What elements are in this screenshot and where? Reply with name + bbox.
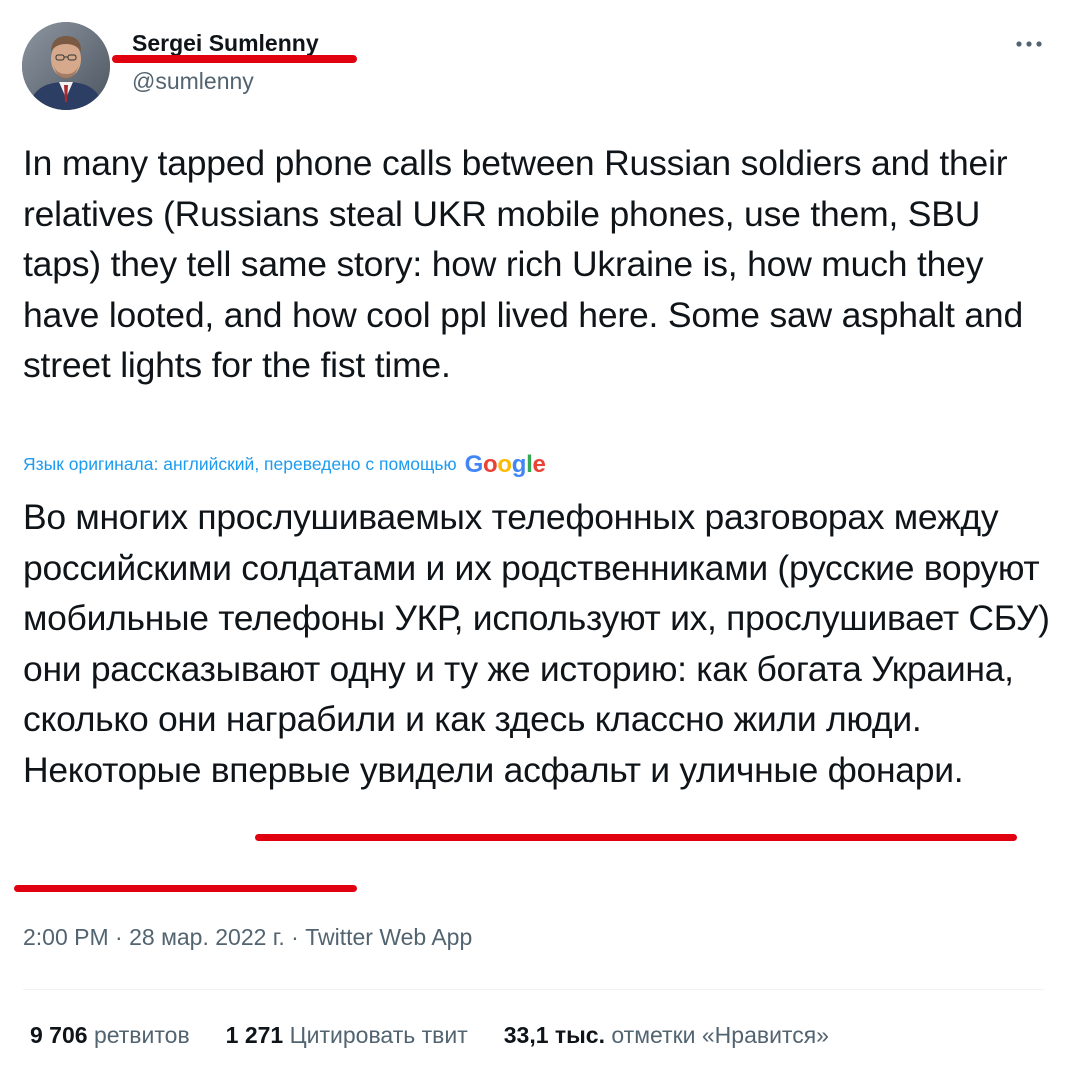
author-display-name[interactable]: Sergei Sumlenny <box>132 30 319 57</box>
likes-label: отметки «Нравится» <box>611 1022 829 1048</box>
translation-label[interactable]: Язык оригинала: английский, переведено с… <box>23 454 457 475</box>
translated-tweet-text: Во многих прослушиваемых телефонных разг… <box>23 492 1053 795</box>
tweet-timestamp-source[interactable]: 2:00 PM · 28 мар. 2022 г. · Twitter Web … <box>23 924 472 951</box>
quotes-stat[interactable]: 1 271 Цитировать твит <box>226 1022 468 1049</box>
translated-text-highlight: Некоторые впервые увидели асфальт и улич… <box>23 749 964 790</box>
translation-info: Язык оригинала: английский, переведено с… <box>23 450 546 478</box>
quotes-count: 1 271 <box>225 1022 284 1048</box>
quotes-label: Цитировать твит <box>289 1022 468 1048</box>
engagement-stats: 9 706 ретвитов 1 271 Цитировать твит 33,… <box>30 1022 865 1049</box>
likes-count: 33,1 тыс. <box>503 1022 605 1048</box>
divider <box>23 989 1044 990</box>
avatar[interactable] <box>22 22 110 110</box>
google-logo: Google <box>464 451 546 478</box>
red-underline-annotation-line1 <box>255 834 1017 841</box>
retweets-count: 9 706 <box>30 1022 88 1048</box>
retweets-stat[interactable]: 9 706 ретвитов <box>30 1022 190 1049</box>
more-horizontal-icon[interactable] <box>1012 30 1048 58</box>
author-handle[interactable]: @sumlenny <box>132 68 254 95</box>
red-underline-annotation-line2 <box>14 885 357 892</box>
likes-stat[interactable]: 33,1 тыс. отметки «Нравится» <box>504 1022 829 1049</box>
retweets-label: ретвитов <box>93 1022 190 1048</box>
red-underline-name-annotation <box>112 55 357 63</box>
tweet-text: In many tapped phone calls between Russi… <box>23 143 1024 385</box>
avatar-image <box>22 22 110 110</box>
translated-text-body: Во многих прослушиваемых телефонных разг… <box>23 497 1050 739</box>
